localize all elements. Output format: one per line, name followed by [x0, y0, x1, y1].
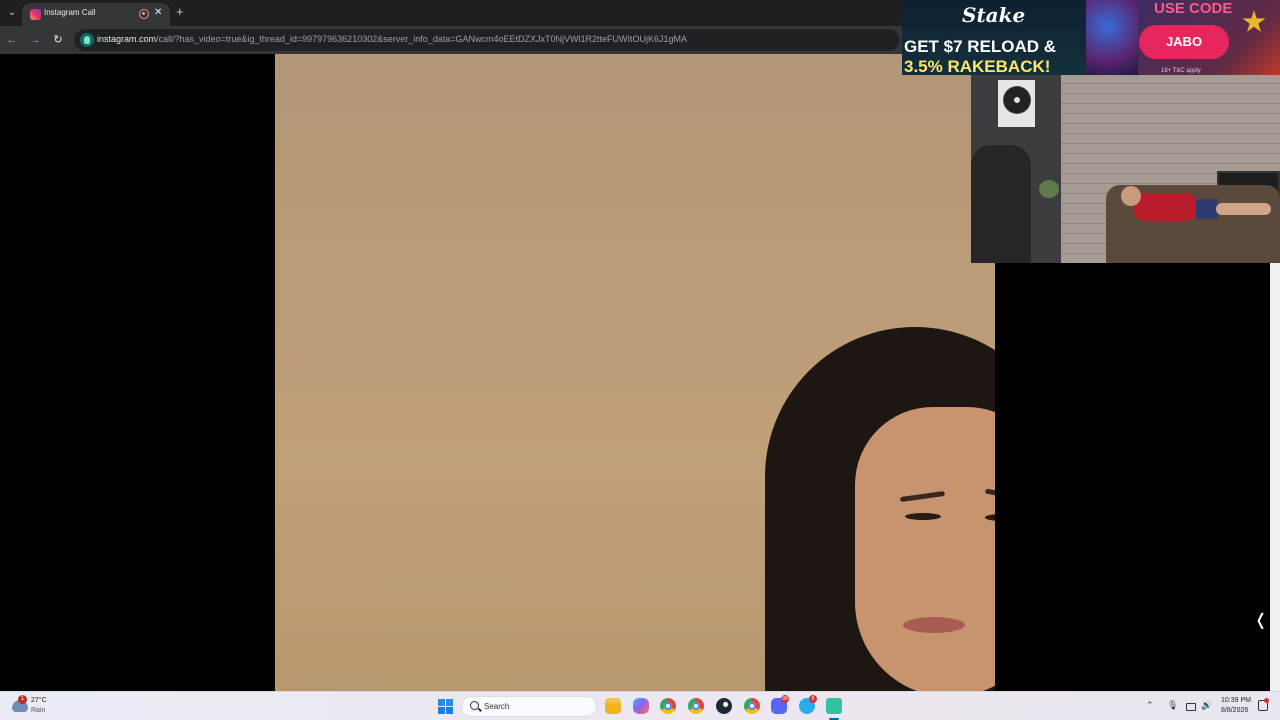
recording-indicator-icon [139, 9, 149, 19]
participant-mouth [903, 617, 965, 633]
back-button[interactable]: ← [4, 32, 20, 48]
site-info-icon[interactable] [80, 33, 94, 47]
remote-participant [755, 317, 995, 691]
discord-icon[interactable]: 99 [771, 695, 789, 714]
address-bar[interactable]: instagram.com/call/?has_video=true&ig_th… [74, 29, 900, 51]
weather-widget[interactable]: 1 27°C Rain [12, 695, 72, 718]
ad-promo-code-badge: JABO [1139, 25, 1229, 59]
search-icon [470, 701, 479, 710]
vinyl-record-icon [1003, 86, 1031, 114]
notification-dot [1264, 698, 1269, 703]
tab-close-button[interactable]: ✕ [154, 7, 162, 18]
weather-temperature: 27°C [31, 697, 47, 704]
taskbar: 1 27°C Rain Search 99 5 ⌃ 🎙 🔊 10:39 PM 8… [0, 691, 1280, 720]
network-icon[interactable] [1186, 703, 1196, 711]
forward-button[interactable]: → [27, 32, 43, 48]
windows-start-icon[interactable] [438, 699, 453, 714]
ad-use-code-label: USE CODE [1154, 0, 1233, 17]
ad-headline-line1: GET $7 RELOAD & [904, 37, 1057, 56]
streamlabs-icon[interactable] [826, 698, 842, 714]
discord-badge: 99 [781, 695, 789, 703]
streamer-shirt [1133, 193, 1198, 221]
webcam-overlay [971, 75, 1280, 263]
taskbar-search[interactable]: Search [461, 696, 597, 717]
participant-left-eye [905, 513, 941, 520]
ad-brand-logo: Stake [962, 3, 1026, 27]
stake-ad-overlay: Stake GET $7 RELOAD & 3.5% RAKEBACK! USE… [902, 0, 1280, 75]
streamer-shorts [1196, 199, 1218, 219]
url-host: instagram.com [97, 34, 157, 44]
telegram-icon[interactable]: 5 [799, 695, 817, 714]
folder-icon[interactable] [605, 698, 621, 714]
tab-title: Instagram Call [44, 8, 96, 17]
clock-time[interactable]: 10:39 PM [1221, 697, 1251, 704]
weather-badge: 1 [18, 695, 27, 704]
chrome-icon[interactable] [688, 698, 704, 714]
instagram-favicon-icon [30, 9, 41, 20]
ad-headline-line2: 3.5% RAKEBACK! [904, 57, 1051, 75]
ad-headline: GET $7 RELOAD & 3.5% RAKEBACK! [904, 37, 1084, 75]
copilot-icon[interactable] [633, 698, 649, 714]
ad-ball-graphic [1086, 0, 1138, 75]
steam-icon[interactable] [716, 698, 732, 714]
clock-date[interactable]: 8/8/2026 [1221, 707, 1248, 714]
url-path: /call/?has_video=true&ig_thread_id=99797… [156, 34, 688, 44]
streamer-on-couch [1121, 181, 1271, 221]
gaming-chair [971, 145, 1031, 263]
weather-condition: Rain [31, 707, 46, 714]
streamer-head [1121, 186, 1141, 206]
tab-instagram-call[interactable]: Instagram Call ✕ [22, 3, 170, 26]
chrome-icon[interactable] [744, 698, 760, 714]
chrome-icon[interactable] [660, 698, 676, 714]
screen: ⌄ Instagram Call ✕ + ← → ↻ instagram.com… [0, 0, 1280, 720]
chevron-up-icon[interactable]: ⌃ [1146, 700, 1154, 711]
tab-search-chevron-icon[interactable]: ⌄ [4, 5, 20, 21]
plant [1039, 180, 1059, 198]
participant-face [855, 407, 995, 691]
search-label: Search [484, 702, 510, 711]
reload-button[interactable]: ↻ [50, 32, 66, 48]
telegram-badge: 5 [809, 695, 817, 703]
volume-icon[interactable]: 🔊 [1201, 700, 1212, 711]
new-tab-button[interactable]: + [176, 4, 184, 19]
url-text[interactable]: instagram.com/call/?has_video=true&ig_th… [97, 34, 687, 44]
microphone-icon[interactable]: 🎙 [1167, 700, 1178, 711]
chevron-left-icon[interactable]: ❬ [1254, 610, 1267, 630]
remote-video-feed [275, 54, 995, 691]
streamer-legs [1216, 203, 1271, 215]
page-scrollbar[interactable] [1270, 263, 1280, 691]
ad-terms: 18+ T&C apply [1161, 68, 1201, 74]
